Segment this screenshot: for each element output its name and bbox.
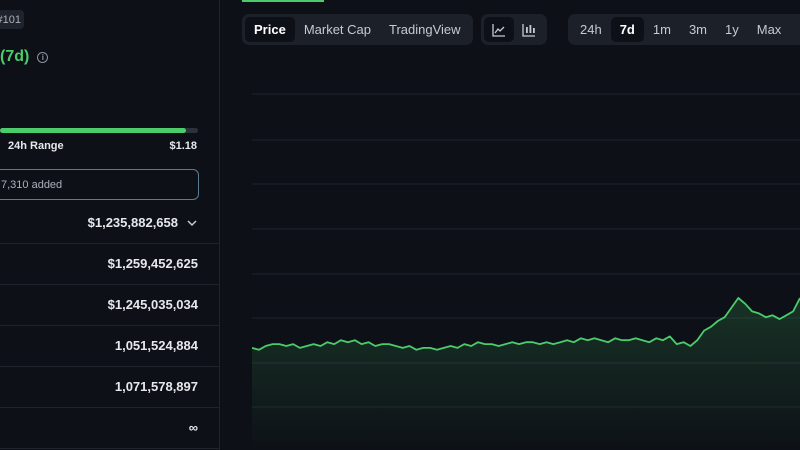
stat-row: $1,245,035,034 <box>0 285 220 326</box>
watchlist-button[interactable]: 7,310 added <box>0 169 199 200</box>
coin-stats-panel: #101 (7d) i 24h Range $1.18 7,310 added … <box>0 0 220 450</box>
range-high-value: $1.18 <box>169 140 197 152</box>
range-1y[interactable]: 1y <box>716 17 748 42</box>
range-max[interactable]: Max <box>748 17 791 42</box>
stat-value: ∞ <box>189 420 198 435</box>
stat-row: 1,071,578,897 <box>0 367 220 408</box>
stat-row: ∞ <box>0 408 220 449</box>
candlestick-icon-button[interactable] <box>514 17 544 42</box>
stat-value-text: ∞ <box>188 420 198 435</box>
stat-row: $1,235,882,658 <box>0 203 220 244</box>
tab-price[interactable]: Price <box>245 17 295 42</box>
stat-row: 1,051,524,884 <box>0 326 220 367</box>
chart-tab-group: Price Market Cap TradingView <box>242 14 473 45</box>
stat-value-text: $1,245,035,034 <box>107 297 198 312</box>
time-range-group: 24h 7d 1m 3m 1y Max <box>568 14 800 45</box>
stat-value: 1,051,524,884 <box>115 338 198 353</box>
range-label: 24h Range <box>8 140 64 152</box>
rank-badge: #101 <box>0 10 24 29</box>
chart-type-group <box>481 14 547 45</box>
price-chart[interactable] <box>252 50 800 450</box>
stat-value-text: $1,235,882,658 <box>87 215 178 230</box>
chevron-down-icon[interactable] <box>186 217 198 229</box>
stat-value-text: $1,259,452,625 <box>107 256 198 271</box>
line-chart-icon-button[interactable] <box>484 17 514 42</box>
range-bar-fill <box>0 128 187 133</box>
active-tab-indicator <box>242 0 324 2</box>
range-bar <box>0 128 198 133</box>
stat-value: 1,071,578,897 <box>115 379 198 394</box>
stat-value: $1,235,882,658 <box>88 215 198 230</box>
range-1m[interactable]: 1m <box>644 17 680 42</box>
stat-value: $1,245,035,034 <box>108 297 198 312</box>
range-24h[interactable]: 24h <box>571 17 611 42</box>
price-change-row: (7d) i <box>0 48 49 66</box>
stat-value: $1,259,452,625 <box>108 256 198 271</box>
range-7d[interactable]: 7d <box>610 17 644 42</box>
range-3m[interactable]: 3m <box>680 17 716 42</box>
stat-value-text: 1,051,524,884 <box>114 338 198 353</box>
tab-tradingview[interactable]: TradingView <box>380 17 470 42</box>
line-chart-icon <box>492 23 505 37</box>
watchlist-count: 7,310 added <box>1 178 63 191</box>
price-change-label: (7d) <box>0 48 30 65</box>
stat-row: $1,259,452,625 <box>0 244 220 285</box>
tab-market-cap[interactable]: Market Cap <box>295 17 380 42</box>
info-icon[interactable]: i <box>37 51 49 63</box>
stat-value-text: 1,071,578,897 <box>114 379 198 394</box>
candlestick-icon <box>522 23 535 37</box>
